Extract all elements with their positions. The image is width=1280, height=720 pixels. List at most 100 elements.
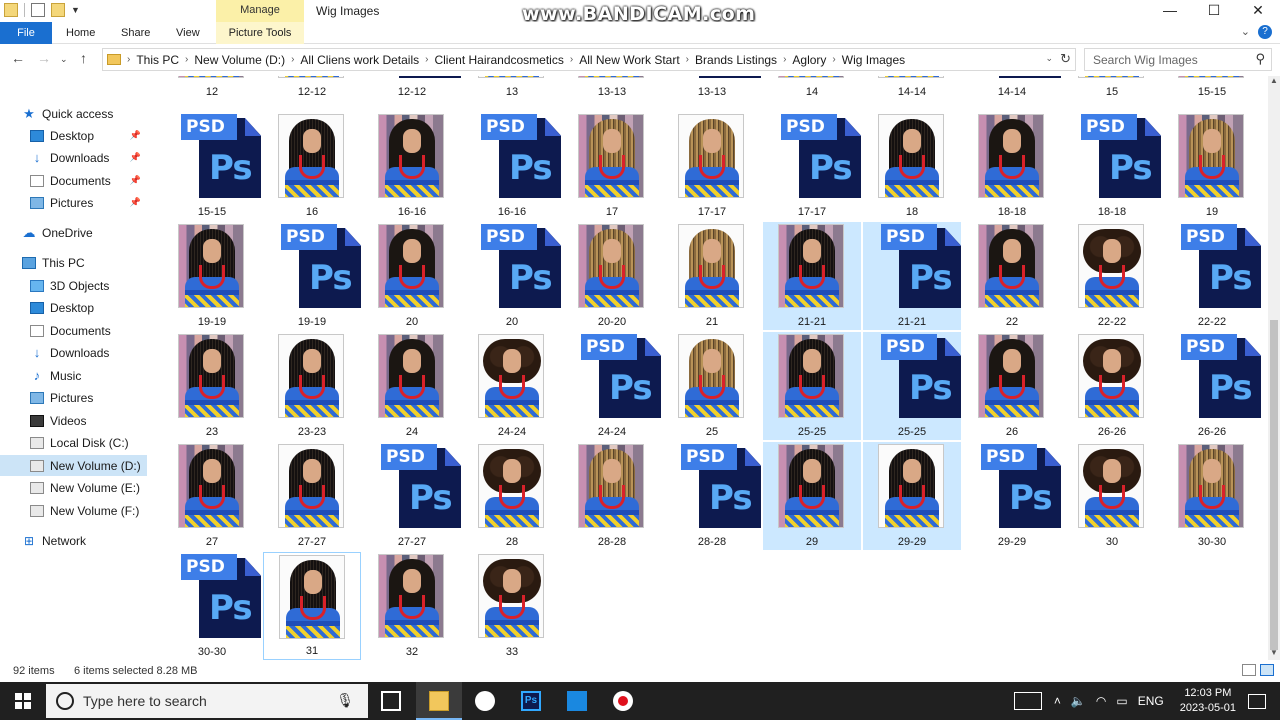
chevron-right-icon[interactable]: › — [832, 54, 835, 65]
clock[interactable]: 12:03 PM 2023-05-01 — [1180, 686, 1236, 716]
chevron-down-icon[interactable]: ⌄ — [1045, 53, 1053, 64]
chevron-right-icon[interactable]: › — [783, 54, 786, 65]
address-bar[interactable]: › This PC › New Volume (D:) › All Cliens… — [102, 48, 1076, 71]
file-tile[interactable]: 29-29 — [863, 442, 961, 550]
file-tile[interactable]: 16 — [263, 112, 361, 220]
sidebar-item[interactable]: ★ Quick access — [0, 103, 147, 124]
tab-manage[interactable]: Manage — [216, 0, 304, 22]
file-tile[interactable]: Ps PSD 25-25 — [863, 332, 961, 440]
file-tile[interactable]: 13 — [463, 76, 561, 100]
sidebar-item[interactable]: Pictures — [0, 387, 147, 408]
task-view-button[interactable] — [368, 682, 414, 720]
file-tile[interactable]: Ps PSD 17-17 — [763, 112, 861, 220]
file-tile[interactable]: 15-15 — [1163, 76, 1261, 100]
tab-home[interactable]: Home — [66, 22, 95, 44]
file-tile[interactable]: Ps PSD 27-27 — [363, 442, 461, 550]
file-tile[interactable]: 19 — [1163, 112, 1261, 220]
start-button[interactable] — [0, 682, 46, 720]
chevron-up-icon[interactable]: ˄ — [1054, 694, 1061, 708]
sidebar-item[interactable]: New Volume (F:) — [0, 500, 147, 521]
chevron-right-icon[interactable]: › — [127, 54, 130, 65]
file-tile[interactable]: 16-16 — [363, 112, 461, 220]
file-tile[interactable]: 15 — [1063, 76, 1161, 100]
sidebar-item[interactable]: ☁ OneDrive — [0, 222, 147, 243]
file-tile[interactable]: 29 — [763, 442, 861, 550]
file-tile[interactable]: Ps PSD 21-21 — [863, 222, 961, 330]
large-icons-view-icon[interactable] — [1260, 664, 1274, 676]
sidebar-item[interactable]: Videos — [0, 410, 147, 431]
vertical-scrollbar[interactable]: ▲ ▼ — [1268, 76, 1280, 660]
sidebar-item[interactable]: Documents — [0, 320, 147, 341]
up-arrow-icon[interactable]: ↑ — [80, 50, 87, 66]
file-tile[interactable]: Ps PSD 16-16 — [463, 112, 561, 220]
whatsapp-taskbar-button[interactable] — [462, 682, 508, 720]
sidebar-item[interactable]: ↓ Downloads — [0, 342, 147, 363]
file-explorer-taskbar-button[interactable] — [416, 682, 462, 720]
help-icon[interactable]: ? — [1258, 25, 1272, 39]
file-tile[interactable]: 18 — [863, 112, 961, 220]
file-tile[interactable]: 27-27 — [263, 442, 361, 550]
battery-icon[interactable]: ▭ — [1116, 694, 1127, 708]
sidebar-item[interactable]: Pictures 📌 — [0, 192, 147, 213]
scroll-up-icon[interactable]: ▲ — [1268, 76, 1280, 88]
notifications-icon[interactable] — [1248, 693, 1266, 709]
sidebar-item[interactable]: This PC — [0, 252, 147, 273]
search-input[interactable]: Search Wig Images ⚲ — [1084, 48, 1272, 71]
file-tile[interactable]: 28 — [463, 442, 561, 550]
recent-locations-icon[interactable]: ⌄ — [60, 54, 68, 65]
file-tile[interactable]: 25 — [663, 332, 761, 440]
file-tile[interactable]: Ps PSD 20 — [463, 222, 561, 330]
file-tile[interactable]: 12-12 — [263, 76, 361, 100]
refresh-icon[interactable]: ↻ — [1060, 51, 1071, 67]
breadcrumb-all-new-work-start[interactable]: All New Work Start — [579, 53, 679, 67]
file-tile[interactable]: PsPSD 13-13 — [663, 76, 761, 100]
file-tile[interactable]: 18-18 — [963, 112, 1061, 220]
file-tile[interactable]: PsPSD 12-12 — [363, 76, 461, 100]
scroll-down-icon[interactable]: ▼ — [1268, 648, 1280, 660]
close-button[interactable]: ✕ — [1236, 0, 1280, 22]
file-tile[interactable]: 22-22 — [1063, 222, 1161, 330]
breadcrumb-this-pc[interactable]: This PC — [136, 53, 179, 67]
file-tile[interactable]: 19-19 — [163, 222, 261, 330]
language-indicator[interactable]: ENG — [1138, 694, 1164, 708]
file-tile[interactable]: 31 — [263, 552, 361, 660]
file-tile[interactable]: Ps PSD 24-24 — [563, 332, 661, 440]
file-tile[interactable]: Ps PSD 19-19 — [263, 222, 361, 330]
file-tile[interactable]: 28-28 — [563, 442, 661, 550]
sidebar-item[interactable]: Desktop — [0, 297, 147, 318]
microphone-icon[interactable]: 🎙 — [336, 692, 354, 709]
file-tile[interactable]: 20-20 — [563, 222, 661, 330]
folder-icon[interactable] — [4, 3, 18, 17]
file-tile[interactable]: Ps PSD 30-30 — [163, 552, 261, 660]
file-tile[interactable]: 21-21 — [763, 222, 861, 330]
file-tile[interactable]: 27 — [163, 442, 261, 550]
sidebar-item[interactable]: ♪ Music — [0, 365, 147, 386]
file-tile[interactable]: 17 — [563, 112, 661, 220]
tab-view[interactable]: View — [176, 22, 200, 44]
search-icon[interactable]: ⚲ — [1255, 51, 1265, 67]
file-tile[interactable]: 17-17 — [663, 112, 761, 220]
details-view-icon[interactable] — [1242, 664, 1256, 676]
file-tile[interactable]: 30 — [1063, 442, 1161, 550]
file-tile[interactable]: 20 — [363, 222, 461, 330]
sidebar-item[interactable]: ⊞ Network — [0, 530, 147, 551]
taskbar-search-input[interactable]: Type here to search 🎙 — [46, 684, 368, 718]
breadcrumb-new-volume-d[interactable]: New Volume (D:) — [194, 53, 285, 67]
breadcrumb-brands-listings[interactable]: Brands Listings — [695, 53, 777, 67]
file-tile[interactable]: 24-24 — [463, 332, 561, 440]
properties-icon[interactable] — [31, 3, 45, 17]
breadcrumb-aglory[interactable]: Aglory — [792, 53, 826, 67]
forward-arrow-icon[interactable]: → — [37, 50, 51, 66]
file-tile[interactable]: Ps PSD 22-22 — [1163, 222, 1261, 330]
file-tile[interactable]: PsPSD 14-14 — [963, 76, 1061, 100]
sidebar-item[interactable]: ↓ Downloads 📌 — [0, 147, 147, 168]
keyboard-icon[interactable] — [1013, 692, 1042, 710]
file-tile[interactable]: 12 — [163, 76, 261, 100]
camera-app-taskbar-button[interactable] — [554, 682, 600, 720]
file-tile[interactable]: 26-26 — [1063, 332, 1161, 440]
photoshop-taskbar-button[interactable]: Ps — [508, 682, 554, 720]
file-tile[interactable]: 26 — [963, 332, 1061, 440]
chevron-down-icon[interactable]: ▼ — [71, 5, 80, 15]
chevron-right-icon[interactable]: › — [686, 54, 689, 65]
sidebar-item[interactable]: Documents 📌 — [0, 170, 147, 191]
